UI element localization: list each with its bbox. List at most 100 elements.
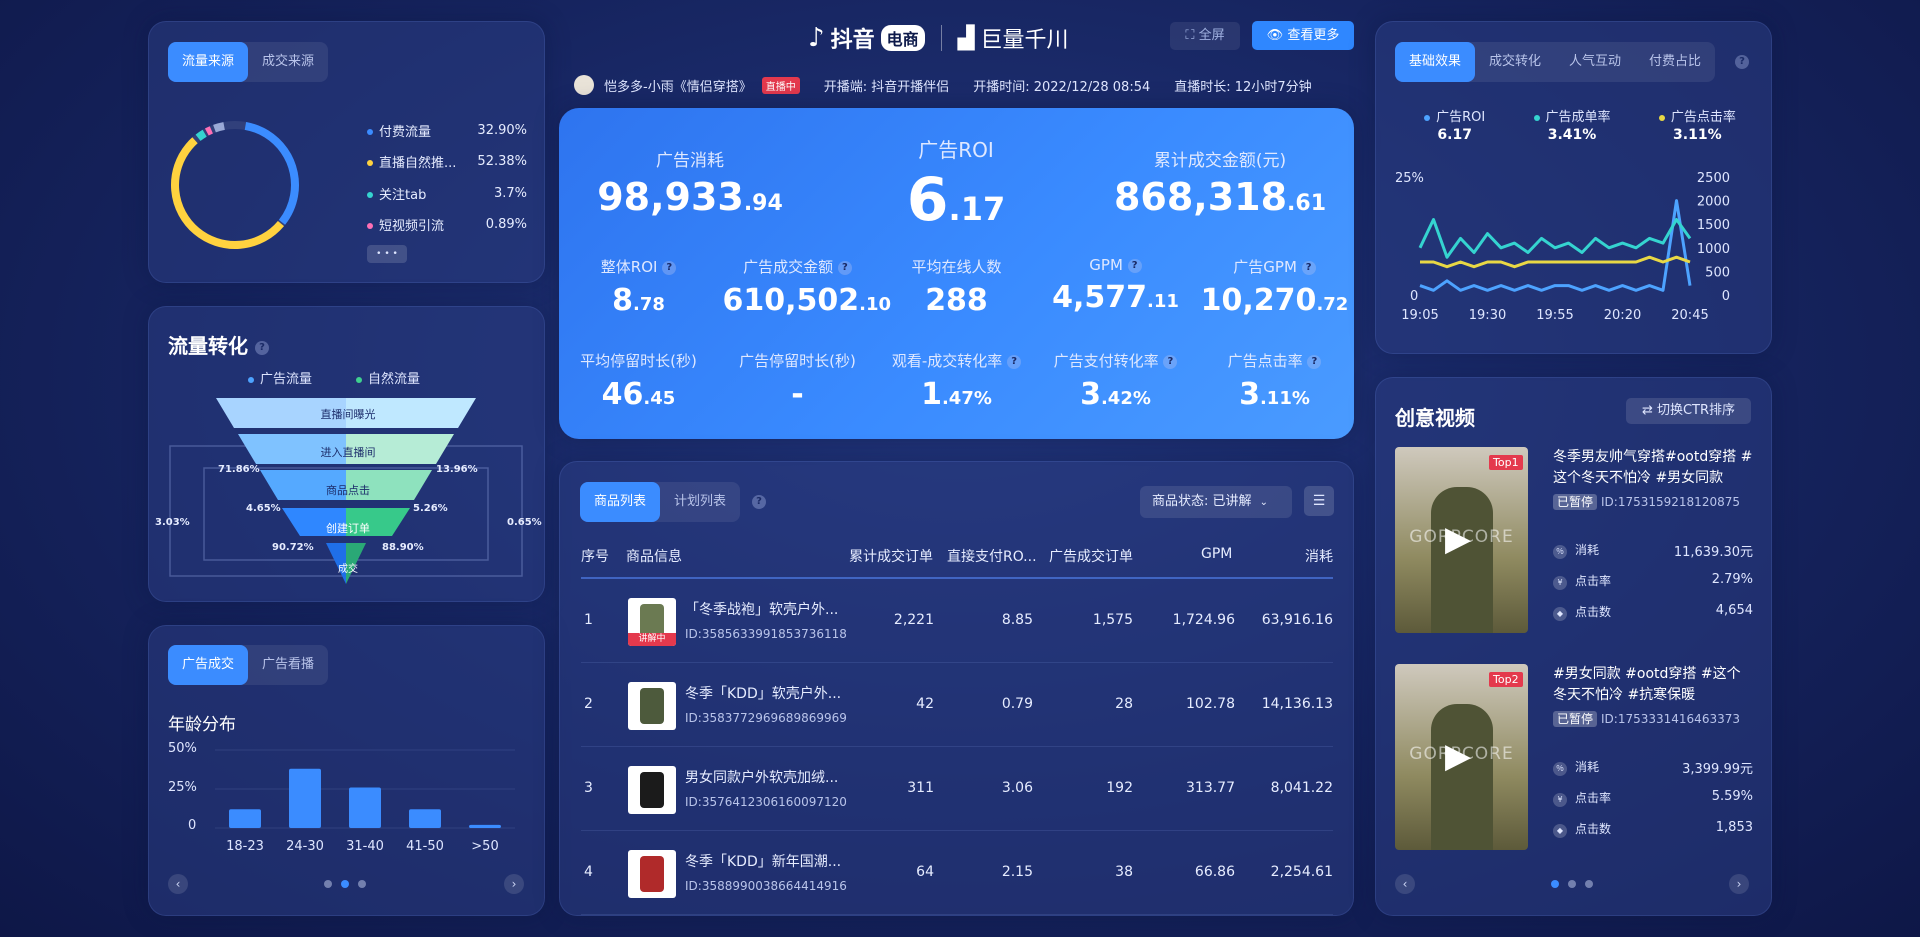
tab-basic-effect[interactable]: 基础效果 bbox=[1395, 42, 1476, 82]
traffic-donut-chart bbox=[171, 121, 299, 250]
streamer-name[interactable]: 恺多多-小雨《情侣穿搭》 bbox=[604, 76, 752, 95]
help-icon[interactable]: ? bbox=[1735, 55, 1749, 69]
header-direct-roi[interactable]: 直接支付RO... bbox=[947, 546, 1037, 566]
julian-logo-icon: ▟ bbox=[957, 25, 975, 51]
product-name[interactable]: 冬季「KDD」新年国潮... bbox=[685, 851, 841, 871]
metric-icon: ¥ bbox=[1553, 576, 1567, 590]
help-icon[interactable]: ? bbox=[254, 340, 269, 355]
header-ad-orders[interactable]: 广告成交订单 bbox=[1049, 546, 1133, 566]
age-prev-button[interactable]: ‹ bbox=[168, 874, 188, 894]
product-name[interactable]: 冬季「KDD」软壳户外... bbox=[685, 683, 841, 703]
product-name[interactable]: 「冬季战袍」软壳户外... bbox=[685, 599, 838, 619]
video-thumbnail[interactable]: GORPCORE ▶ Top1 bbox=[1395, 447, 1528, 633]
video-card[interactable]: GORPCORE ▶ Top1 冬季男友帅气穿搭#ootd穿搭 #这个冬天不怕冷 #男… bbox=[1395, 447, 1755, 633]
tab-traffic-source[interactable]: 流量来源 bbox=[168, 42, 249, 82]
age-bar-31-40 bbox=[349, 787, 381, 828]
status-filter-select[interactable]: 商品状态: 已讲解 ⌄ bbox=[1140, 486, 1292, 518]
help-icon[interactable]: ? bbox=[1007, 354, 1022, 369]
funnel-right-rate: 88.90% bbox=[382, 542, 424, 553]
tab-ad-view[interactable]: 广告看播 bbox=[248, 645, 328, 685]
view-more-button[interactable]: 👁 查看更多 bbox=[1252, 21, 1354, 50]
play-icon[interactable]: ▶ bbox=[1445, 519, 1471, 559]
product-thumbnail[interactable] bbox=[628, 682, 676, 730]
table-row[interactable]: 3 男女同款户外软壳加绒... ID:3576412306160097120 311 3… bbox=[581, 747, 1333, 831]
tab-deal-source[interactable]: 成交来源 bbox=[248, 42, 328, 82]
table-row[interactable]: 4 冬季「KDD」新年国潮... ID:3588990038664414916 64 2… bbox=[581, 831, 1333, 915]
row-orders: 42 bbox=[916, 696, 934, 712]
table-row[interactable]: 2 冬季「KDD」软壳户外... ID:3583772969689869969 42 0… bbox=[581, 663, 1333, 747]
video-status-row: 已暂停 ID:1753159218120875 bbox=[1553, 493, 1740, 510]
video-title[interactable]: 冬季男友帅气穿搭#ootd穿搭 #这个冬天不怕冷 #男女同款 bbox=[1553, 447, 1753, 489]
tab-ad-deal[interactable]: 广告成交 bbox=[168, 645, 249, 685]
age-page-dot[interactable] bbox=[341, 880, 349, 888]
chevron-down-icon: ⌄ bbox=[1259, 497, 1269, 508]
play-icon[interactable]: ▶ bbox=[1445, 736, 1471, 776]
tab-plan-list[interactable]: 计划列表 bbox=[660, 482, 740, 522]
kpi-item-label: 观看-成交转化率 ? bbox=[882, 350, 1032, 371]
right-tick-label: 500 bbox=[1705, 265, 1730, 280]
video-id: ID:1753331416463373 bbox=[1601, 712, 1740, 726]
metric-icon: ◆ bbox=[1553, 607, 1567, 621]
live-duration: 直播时长: 12小时7分钟 bbox=[1174, 79, 1312, 95]
row-spend: 63,916.16 bbox=[1261, 612, 1333, 628]
header-total-orders[interactable]: 累计成交订单 bbox=[849, 546, 933, 566]
kpi-item-label: 广告支付转化率 ? bbox=[1041, 350, 1191, 371]
product-thumbnail[interactable] bbox=[628, 766, 676, 814]
switch-ctr-button[interactable]: ⇄ 切换CTR排序 bbox=[1626, 398, 1751, 424]
expand-icon: ⛶ bbox=[1185, 28, 1195, 43]
swap-icon: ⇄ bbox=[1641, 403, 1653, 418]
help-icon[interactable]: ? bbox=[1163, 354, 1178, 369]
help-icon[interactable]: ? bbox=[752, 495, 766, 509]
right-tick-label: 1000 bbox=[1697, 242, 1730, 257]
product-thumbnail[interactable]: 讲解中 bbox=[628, 598, 676, 646]
table-settings-button[interactable]: ☰ bbox=[1304, 486, 1334, 516]
video-card[interactable]: GORPCORE ▶ Top2 #男女同款 #ootd穿搭 #这个冬天不怕冷 #抗寒保… bbox=[1395, 664, 1755, 850]
header-gpm[interactable]: GPM bbox=[1201, 546, 1232, 562]
video-page-dot[interactable] bbox=[1585, 880, 1593, 888]
tab-deal-conversion[interactable]: 成交转化 bbox=[1475, 42, 1555, 82]
video-page-dot[interactable] bbox=[1568, 880, 1576, 888]
row-index: 2 bbox=[584, 696, 593, 712]
tab-product-list[interactable]: 商品列表 bbox=[580, 482, 661, 522]
row-gpm: 313.77 bbox=[1186, 780, 1235, 796]
header-product-info[interactable]: 商品信息 bbox=[626, 546, 682, 566]
traffic-more-button[interactable]: • • • bbox=[367, 245, 407, 263]
header-index[interactable]: 序号 bbox=[581, 546, 609, 566]
age-tick-label: 41-50 bbox=[406, 839, 444, 854]
header-spend[interactable]: 消耗 bbox=[1305, 546, 1333, 566]
paused-badge: 已暂停 bbox=[1553, 494, 1598, 510]
legend-click-rate: 广告点击率 3.11% bbox=[1658, 106, 1736, 143]
metric-icon: ％ bbox=[1553, 762, 1567, 776]
table-row[interactable]: 1 讲解中 「冬季战袍」软壳户外... ID:3585633991853736118 2… bbox=[581, 579, 1333, 663]
kpi-item-label: 平均停留时长(秒) bbox=[580, 352, 697, 370]
legend-dot bbox=[248, 376, 254, 383]
fullscreen-button[interactable]: ⛶ 全屏 bbox=[1170, 22, 1240, 50]
help-icon[interactable]: ? bbox=[837, 260, 852, 275]
metric-icon: ％ bbox=[1553, 545, 1567, 559]
kpi-item-label: GPM ? bbox=[1041, 256, 1191, 274]
live-info-bar: 恺多多-小雨《情侣穿搭》 直播中 开播端: 抖音开播伴侣 开播时间: 2022/… bbox=[574, 74, 1312, 96]
kpi-item: 广告点击率 ? 3.11% bbox=[1200, 350, 1350, 420]
product-id: ID:3588990038664414916 bbox=[685, 879, 847, 893]
video-prev-button[interactable]: ‹ bbox=[1395, 874, 1415, 894]
help-icon[interactable]: ? bbox=[662, 260, 677, 275]
age-next-button[interactable]: › bbox=[504, 874, 524, 894]
tab-paid-ratio[interactable]: 付费占比 bbox=[1635, 42, 1715, 82]
help-icon[interactable]: ? bbox=[1127, 258, 1142, 273]
help-icon[interactable]: ? bbox=[1301, 260, 1316, 275]
help-icon[interactable]: ? bbox=[1307, 354, 1322, 369]
video-title[interactable]: #男女同款 #ootd穿搭 #这个冬天不怕冷 #抗寒保暖 bbox=[1553, 664, 1753, 706]
video-page-dot[interactable] bbox=[1551, 880, 1559, 888]
video-thumbnail[interactable]: GORPCORE ▶ Top2 bbox=[1395, 664, 1528, 850]
product-name[interactable]: 男女同款户外软壳加绒... bbox=[685, 767, 838, 787]
age-page-dot[interactable] bbox=[358, 880, 366, 888]
product-thumbnail[interactable] bbox=[628, 850, 676, 898]
legend-dot bbox=[367, 223, 373, 229]
row-ad-orders: 192 bbox=[1106, 780, 1133, 796]
tab-popularity[interactable]: 人气互动 bbox=[1555, 42, 1635, 82]
kpi-item: 平均在线人数 288 bbox=[882, 256, 1032, 326]
kpi-item: 观看-成交转化率 ? 1.47% bbox=[882, 350, 1032, 420]
age-bar-chart: 18-23 24-30 31-40 41-50 >50 bbox=[215, 749, 515, 854]
video-next-button[interactable]: › bbox=[1729, 874, 1749, 894]
age-page-dot[interactable] bbox=[324, 880, 332, 888]
